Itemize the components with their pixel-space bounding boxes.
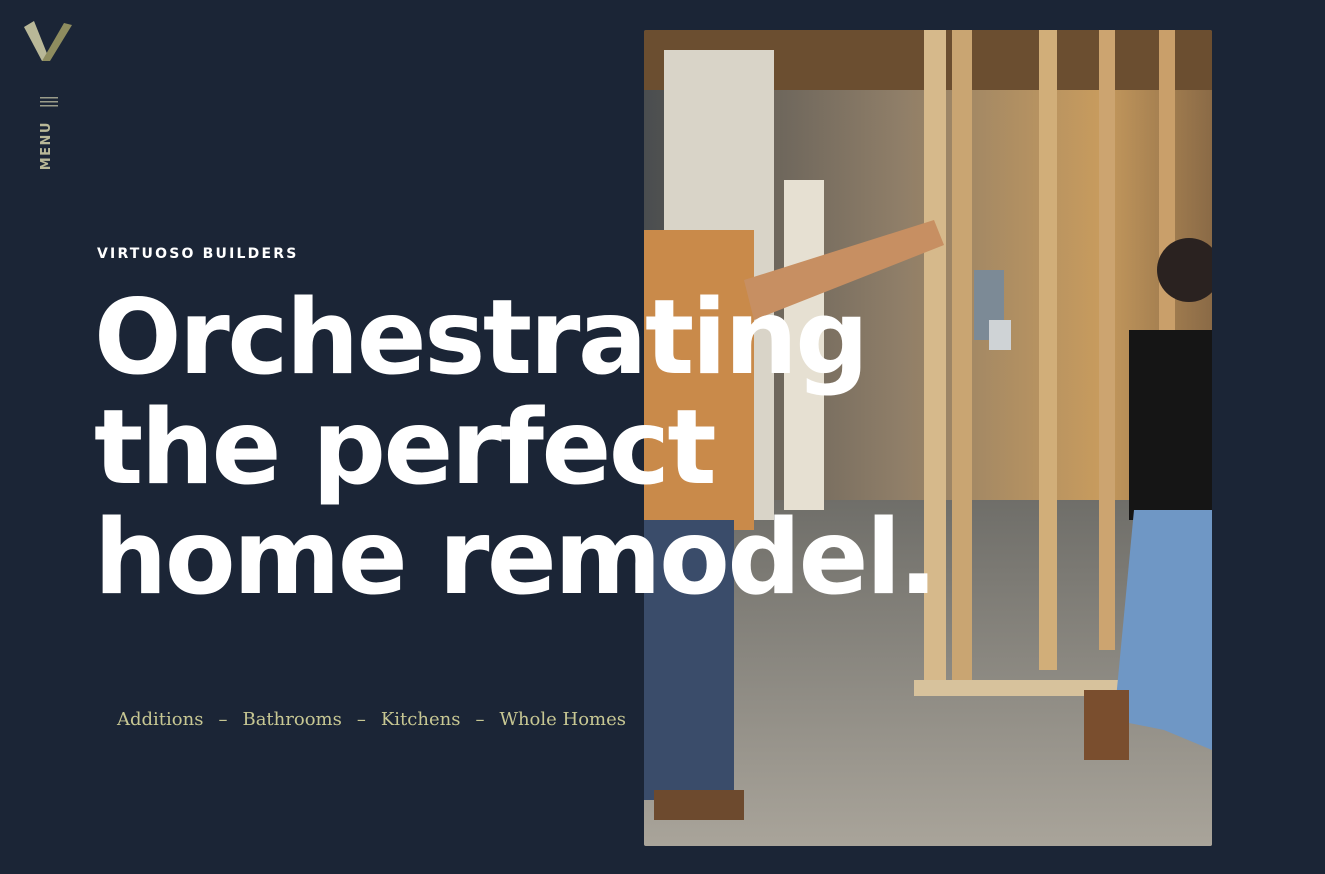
- headline-line-1: Orchestrating: [94, 278, 869, 398]
- separator: –: [356, 709, 366, 730]
- headline-line-3: home remodel.: [94, 498, 938, 618]
- brand-name: VIRTUOSO BUILDERS: [97, 246, 299, 262]
- service-link-bathrooms[interactable]: Bathrooms: [242, 709, 341, 730]
- services-nav: Additions – Bathrooms – Kitchens – Whole…: [117, 709, 626, 730]
- separator: –: [218, 709, 228, 730]
- service-link-additions[interactable]: Additions: [117, 709, 203, 730]
- menu-button[interactable]: MENU: [39, 121, 54, 170]
- separator: –: [475, 709, 485, 730]
- brand-logo[interactable]: [24, 21, 74, 63]
- hero-headline: Orchestrating the perfect home remodel.: [94, 278, 938, 618]
- v-logo-icon: [24, 21, 72, 61]
- service-link-kitchens[interactable]: Kitchens: [381, 709, 461, 730]
- hamburger-icon[interactable]: [40, 96, 58, 108]
- service-link-whole-homes[interactable]: Whole Homes: [499, 709, 626, 730]
- headline-line-2: the perfect: [94, 388, 717, 508]
